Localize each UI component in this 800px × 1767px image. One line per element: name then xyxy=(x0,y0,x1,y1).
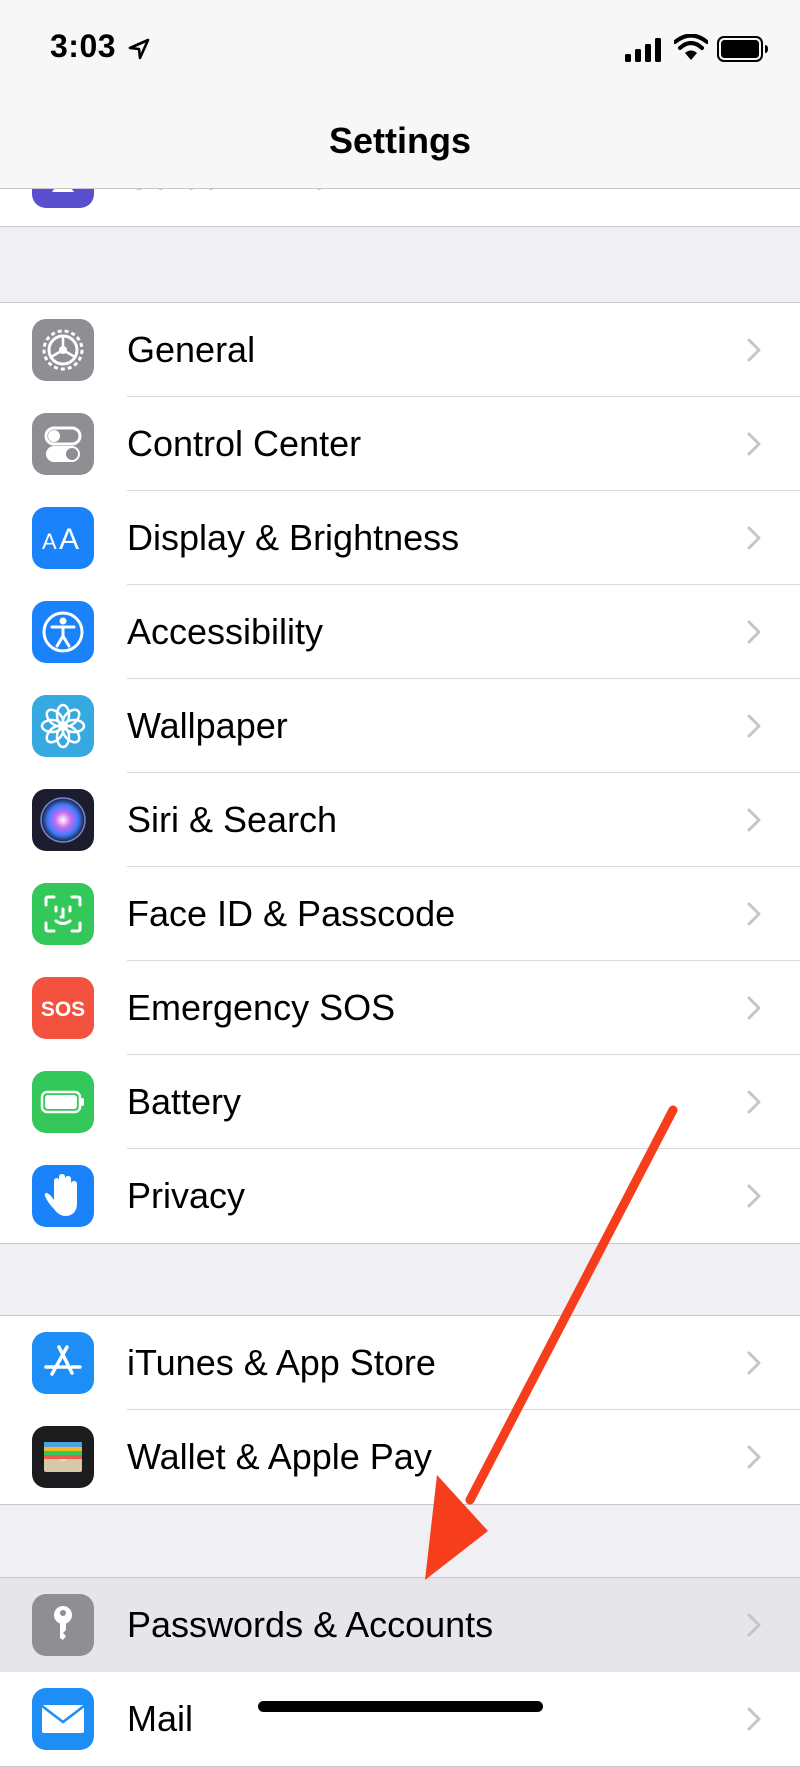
chevron-right-icon xyxy=(747,808,761,832)
location-arrow-icon xyxy=(128,38,150,60)
chevron-right-icon xyxy=(747,1090,761,1114)
settings-row-label: Accessibility xyxy=(127,611,324,652)
battery-icon xyxy=(32,1071,94,1133)
settings-group-accounts: Passwords & Accounts Mail xyxy=(0,1577,800,1767)
settings-row-label: Emergency SOS xyxy=(127,987,396,1028)
chevron-right-icon xyxy=(747,526,761,550)
text-size-icon: A A xyxy=(32,507,94,569)
settings-row-label: General xyxy=(127,329,256,370)
hand-icon xyxy=(32,1165,94,1227)
svg-text:A: A xyxy=(59,523,79,556)
chevron-right-icon xyxy=(747,1445,761,1469)
battery-status-icon xyxy=(717,36,768,62)
settings-row-siri-search[interactable]: Siri & Search xyxy=(0,773,800,867)
settings-row-battery[interactable]: Battery xyxy=(0,1055,800,1149)
settings-row-label: Control Center xyxy=(127,423,362,464)
settings-row-label: Wallet & Apple Pay xyxy=(127,1436,432,1477)
toggles-icon xyxy=(32,413,94,475)
face-id-icon xyxy=(32,883,94,945)
settings-row-emergency-sos[interactable]: SOS Emergency SOS xyxy=(0,961,800,1055)
flower-icon xyxy=(32,695,94,757)
settings-group-general: General Control Center A A Display & Bri… xyxy=(0,302,800,1244)
chevron-right-icon xyxy=(747,1351,761,1375)
settings-row-label: Face ID & Passcode xyxy=(127,893,456,934)
chevron-right-icon xyxy=(747,1707,761,1731)
app-store-icon xyxy=(32,1332,94,1394)
wallet-icon xyxy=(32,1426,94,1488)
settings-row-label: Battery xyxy=(127,1081,242,1122)
status-bar: 3:03 xyxy=(0,0,800,100)
chevron-right-icon xyxy=(747,620,761,644)
settings-row-general[interactable]: General xyxy=(0,303,800,397)
settings-row-label: Display & Brightness xyxy=(127,517,460,558)
wifi-icon xyxy=(674,34,708,60)
gear-icon xyxy=(32,319,94,381)
status-time: 3:03 xyxy=(50,28,117,64)
chevron-right-icon xyxy=(747,1184,761,1208)
siri-icon xyxy=(32,789,94,851)
settings-row-label: Privacy xyxy=(127,1175,246,1216)
settings-row-control-center[interactable]: Control Center xyxy=(0,397,800,491)
settings-row-itunes-app-store[interactable]: iTunes & App Store xyxy=(0,1316,800,1410)
settings-row-wallpaper[interactable]: Wallpaper xyxy=(0,679,800,773)
chevron-right-icon xyxy=(747,432,761,456)
chevron-right-icon xyxy=(747,902,761,926)
chevron-right-icon xyxy=(747,1613,761,1637)
settings-row-label: Mail xyxy=(127,1698,194,1739)
settings-row-label: Siri & Search xyxy=(127,799,338,840)
chevron-right-icon xyxy=(747,714,761,738)
settings-row-face-id[interactable]: Face ID & Passcode xyxy=(0,867,800,961)
chevron-right-icon xyxy=(747,996,761,1020)
key-icon xyxy=(32,1594,94,1656)
page-title: Settings xyxy=(328,120,471,161)
settings-row-label: Wallpaper xyxy=(127,705,288,746)
settings-row-label: Passwords & Accounts xyxy=(127,1604,494,1645)
settings-group-stores: iTunes & App Store Wallet & Apple Pay xyxy=(0,1315,800,1505)
svg-text:A: A xyxy=(42,529,57,554)
settings-row-mail[interactable]: Mail xyxy=(0,1672,800,1766)
sos-icon: SOS xyxy=(32,977,94,1039)
chevron-right-icon xyxy=(747,338,761,362)
navigation-bar: Settings xyxy=(0,100,800,189)
settings-row-display-brightness[interactable]: A A Display & Brightness xyxy=(0,491,800,585)
svg-text:SOS: SOS xyxy=(41,998,85,1021)
accessibility-icon xyxy=(32,601,94,663)
settings-row-wallet-apple-pay[interactable]: Wallet & Apple Pay xyxy=(0,1410,800,1504)
cellular-signal-icon xyxy=(625,38,661,62)
home-indicator[interactable] xyxy=(258,1701,543,1712)
settings-row-privacy[interactable]: Privacy xyxy=(0,1149,800,1243)
mail-icon xyxy=(32,1688,94,1750)
settings-row-label: iTunes & App Store xyxy=(127,1342,436,1383)
settings-row-passwords-accounts[interactable]: Passwords & Accounts xyxy=(0,1578,800,1672)
settings-row-accessibility[interactable]: Accessibility xyxy=(0,585,800,679)
